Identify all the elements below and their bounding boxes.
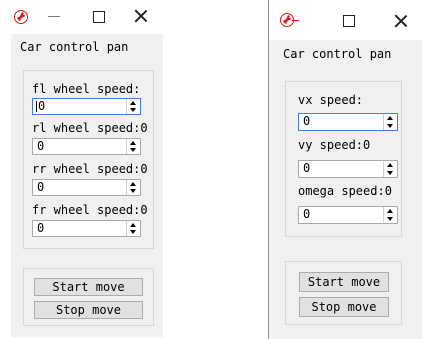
chevron-up-icon[interactable] <box>387 209 393 213</box>
minimize-icon[interactable] <box>48 16 60 17</box>
fl-wheel-speed-input[interactable]: 0 <box>32 98 141 115</box>
chevron-down-icon[interactable] <box>130 148 136 152</box>
title-bar <box>11 0 163 34</box>
spin-arrows[interactable] <box>126 221 140 236</box>
spin-arrows[interactable] <box>383 114 397 130</box>
speed-group: vx speed: 0 vy speed:0 0 omega speed:0 0 <box>285 81 402 237</box>
maximize-icon[interactable] <box>343 15 355 27</box>
spin-arrows[interactable] <box>383 207 397 223</box>
left-window: Car control pan fl wheel speed: 0 rl whe… <box>11 0 163 337</box>
spin-arrows[interactable] <box>126 99 140 114</box>
panel-title: Car control pan <box>283 47 392 61</box>
wheel-speed-group: fl wheel speed: 0 rl wheel speed:0 0 rr … <box>23 70 154 249</box>
chevron-down-icon[interactable] <box>387 217 393 221</box>
vx-speed-input[interactable]: 0 <box>298 113 398 131</box>
text-caret <box>36 101 37 112</box>
panel-title: Car control pan <box>20 40 129 54</box>
close-icon[interactable] <box>133 8 149 24</box>
omega-speed-input[interactable]: 0 <box>298 206 398 224</box>
right-window: Car control pan vx speed: 0 vy speed:0 0… <box>268 0 422 339</box>
spin-arrows[interactable] <box>383 161 397 177</box>
rr-wheel-speed-label: rr wheel speed:0 <box>32 162 148 176</box>
spin-arrows[interactable] <box>126 139 140 154</box>
chevron-up-icon[interactable] <box>387 116 393 120</box>
chevron-up-icon[interactable] <box>130 101 136 105</box>
chevron-down-icon[interactable] <box>387 124 393 128</box>
rl-wheel-speed-label: rl wheel speed:0 <box>32 121 148 135</box>
chevron-down-icon[interactable] <box>130 189 136 193</box>
fr-wheel-speed-label: fr wheel speed:0 <box>32 203 148 217</box>
stop-move-button[interactable]: Stop move <box>34 301 143 319</box>
vx-speed-label: vx speed: <box>298 93 364 107</box>
spin-arrows[interactable] <box>126 180 140 195</box>
close-icon[interactable] <box>393 13 409 29</box>
chevron-up-icon[interactable] <box>130 141 136 145</box>
fr-wheel-speed-input[interactable]: 0 <box>32 220 141 237</box>
vy-speed-label: vy speed:0 <box>298 138 371 152</box>
maximize-icon[interactable] <box>93 11 105 23</box>
chevron-down-icon[interactable] <box>387 171 393 175</box>
chevron-up-icon[interactable] <box>130 223 136 227</box>
rr-wheel-speed-input[interactable]: 0 <box>32 179 141 196</box>
chevron-down-icon[interactable] <box>130 230 136 234</box>
vy-speed-input[interactable]: 0 <box>298 160 398 178</box>
chevron-up-icon[interactable] <box>387 163 393 167</box>
minimize-icon[interactable] <box>292 20 299 21</box>
move-controls-group: Start move Stop move <box>285 261 402 325</box>
chevron-up-icon[interactable] <box>130 182 136 186</box>
rl-wheel-speed-input[interactable]: 0 <box>32 138 141 155</box>
start-move-button[interactable]: Start move <box>34 278 143 296</box>
chevron-down-icon[interactable] <box>130 108 136 112</box>
omega-speed-label: omega speed:0 <box>298 184 392 198</box>
app-icon <box>14 10 28 24</box>
stop-move-button[interactable]: Stop move <box>299 297 389 317</box>
move-controls-group: Start move Stop move <box>23 268 154 326</box>
title-bar <box>269 0 422 40</box>
start-move-button[interactable]: Start move <box>299 272 389 292</box>
fl-wheel-speed-label: fl wheel speed: <box>32 82 141 96</box>
